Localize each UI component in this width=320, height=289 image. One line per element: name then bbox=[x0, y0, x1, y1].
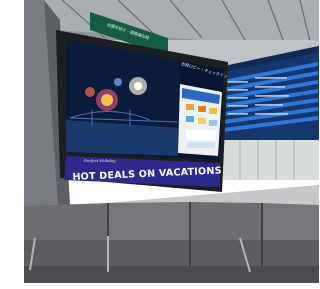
photo-scene: 出国手続き・国際線出発 出発ロビー・チェックイン Perfect Holiday… bbox=[0, 0, 319, 289]
ad-brand: Perfect Holiday bbox=[84, 158, 116, 163]
bottom-margin bbox=[24, 283, 319, 289]
seats bbox=[24, 202, 319, 289]
airport-terminal-photo bbox=[0, 0, 319, 289]
left-margin bbox=[0, 0, 24, 289]
windows bbox=[222, 140, 319, 180]
